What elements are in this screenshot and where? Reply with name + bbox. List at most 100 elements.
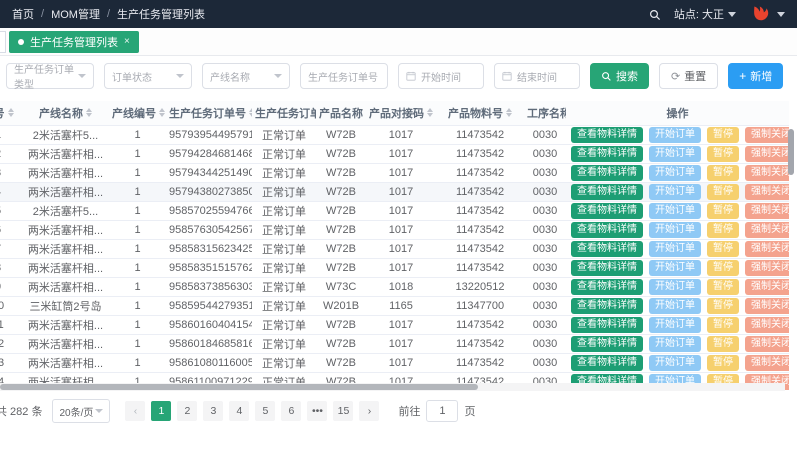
sort-desc-icon[interactable]	[427, 113, 433, 117]
prev-page-button[interactable]: ‹	[125, 401, 145, 421]
more-pages-button[interactable]: •••	[307, 401, 327, 421]
view-order-button[interactable]: 查看物料详情	[571, 336, 643, 352]
force-order-button[interactable]: 强制关闭	[745, 241, 789, 257]
pause-order-button[interactable]: 暂停	[707, 241, 739, 257]
sort-asc-icon[interactable]	[249, 108, 252, 112]
force-order-button[interactable]: 强制关闭	[745, 279, 789, 295]
sort-desc-icon[interactable]	[86, 113, 92, 117]
view-order-button[interactable]: 查看物料详情	[571, 317, 643, 333]
breadcrumb-item[interactable]: 首页	[12, 6, 34, 22]
force-order-button[interactable]: 强制关闭	[745, 165, 789, 181]
view-order-button[interactable]: 查看物料详情	[571, 298, 643, 314]
force-order-button[interactable]: 强制关闭	[745, 317, 789, 333]
sort-asc-icon[interactable]	[159, 108, 165, 112]
start-order-button[interactable]: 开始订单	[649, 279, 701, 295]
force-order-button[interactable]: 强制关闭	[745, 203, 789, 219]
page-number-button[interactable]: 6	[281, 401, 301, 421]
view-order-button[interactable]: 查看物料详情	[571, 203, 643, 219]
force-order-button[interactable]: 强制关闭	[745, 336, 789, 352]
sort-icon[interactable]	[506, 108, 512, 117]
column-header-order_no[interactable]: 生产任务订单号	[166, 101, 252, 125]
start-order-button[interactable]: 开始订单	[649, 127, 701, 143]
sort-asc-icon[interactable]	[427, 108, 433, 112]
sort-icon[interactable]	[249, 108, 252, 117]
view-order-button[interactable]: 查看物料详情	[571, 260, 643, 276]
force-order-button[interactable]: 强制关闭	[745, 222, 789, 238]
column-header-process_name[interactable]: 工序名称	[524, 101, 566, 125]
sort-asc-icon[interactable]	[8, 108, 14, 112]
sort-desc-icon[interactable]	[8, 113, 14, 117]
site-selector[interactable]: 站点: 大正	[674, 6, 736, 22]
page-size-select[interactable]: 20条/页	[52, 399, 110, 423]
pause-order-button[interactable]: 暂停	[707, 184, 739, 200]
start-order-button[interactable]: 开始订单	[649, 260, 701, 276]
force-order-button[interactable]: 强制关闭	[745, 127, 789, 143]
close-icon[interactable]: ×	[124, 36, 130, 47]
sort-desc-icon[interactable]	[249, 113, 252, 117]
pause-order-button[interactable]: 暂停	[707, 127, 739, 143]
horizontal-scrollbar-thumb[interactable]	[0, 384, 478, 390]
line-name-select[interactable]: 产线名称	[202, 63, 290, 89]
start-order-button[interactable]: 开始订单	[649, 146, 701, 162]
view-order-button[interactable]: 查看物料详情	[571, 146, 643, 162]
start-time-input[interactable]: 开始时间	[398, 63, 484, 89]
force-order-button[interactable]: 强制关闭	[745, 355, 789, 371]
sort-icon[interactable]	[159, 108, 165, 117]
force-order-button[interactable]: 强制关闭	[745, 260, 789, 276]
pause-order-button[interactable]: 暂停	[707, 203, 739, 219]
force-order-button[interactable]: 强制关闭	[745, 298, 789, 314]
start-order-button[interactable]: 开始订单	[649, 203, 701, 219]
add-button[interactable]: + 新增	[728, 63, 783, 89]
pause-order-button[interactable]: 暂停	[707, 279, 739, 295]
horizontal-scrollbar[interactable]	[0, 383, 785, 391]
vertical-scrollbar[interactable]	[788, 127, 794, 383]
sort-desc-icon[interactable]	[159, 113, 165, 117]
search-icon[interactable]	[649, 9, 660, 20]
column-header-line_name[interactable]: 产线名称	[22, 101, 109, 125]
view-order-button[interactable]: 查看物料详情	[571, 355, 643, 371]
sort-asc-icon[interactable]	[506, 108, 512, 112]
reset-button[interactable]: ⟳ 重置	[659, 63, 718, 89]
pause-order-button[interactable]: 暂停	[707, 336, 739, 352]
view-order-button[interactable]: 查看物料详情	[571, 127, 643, 143]
order-type-select[interactable]: 生产任务订单类型	[6, 63, 94, 89]
next-page-button[interactable]: ›	[359, 401, 379, 421]
pause-order-button[interactable]: 暂停	[707, 165, 739, 181]
start-order-button[interactable]: 开始订单	[649, 184, 701, 200]
force-order-button[interactable]: 强制关闭	[745, 184, 789, 200]
sort-icon[interactable]	[86, 108, 92, 117]
start-order-button[interactable]: 开始订单	[649, 165, 701, 181]
pause-order-button[interactable]: 暂停	[707, 317, 739, 333]
pause-order-button[interactable]: 暂停	[707, 222, 739, 238]
column-header-product_name[interactable]: 产品名称	[316, 101, 366, 125]
column-header-material_no[interactable]: 产品物料号	[436, 101, 524, 125]
column-header-seq[interactable]: 序号	[0, 101, 22, 125]
user-menu[interactable]	[750, 4, 785, 24]
order-no-input[interactable]: 生产任务订单号	[300, 63, 388, 89]
start-order-button[interactable]: 开始订单	[649, 298, 701, 314]
column-header-product_code[interactable]: 产品对接码	[366, 101, 436, 125]
sort-desc-icon[interactable]	[506, 113, 512, 117]
view-order-button[interactable]: 查看物料详情	[571, 241, 643, 257]
goto-page-input[interactable]	[426, 400, 458, 422]
view-order-button[interactable]: 查看物料详情	[571, 279, 643, 295]
sort-icon[interactable]	[427, 108, 433, 117]
start-order-button[interactable]: 开始订单	[649, 355, 701, 371]
order-status-select[interactable]: 订单状态	[104, 63, 192, 89]
pause-order-button[interactable]: 暂停	[707, 298, 739, 314]
column-header-line_no[interactable]: 产线编号	[109, 101, 166, 125]
tab-production-task-list[interactable]: 生产任务管理列表 ×	[9, 31, 139, 53]
page-number-button[interactable]: 1	[151, 401, 171, 421]
page-number-button[interactable]: 4	[229, 401, 249, 421]
page-number-button[interactable]: 3	[203, 401, 223, 421]
vertical-scrollbar-thumb[interactable]	[788, 129, 794, 175]
start-order-button[interactable]: 开始订单	[649, 222, 701, 238]
force-order-button[interactable]: 强制关闭	[745, 146, 789, 162]
partial-tab[interactable]	[0, 31, 6, 53]
start-order-button[interactable]: 开始订单	[649, 241, 701, 257]
end-time-input[interactable]: 结束时间	[494, 63, 580, 89]
page-number-button[interactable]: 15	[333, 401, 353, 421]
sort-icon[interactable]	[8, 108, 14, 117]
view-order-button[interactable]: 查看物料详情	[571, 165, 643, 181]
start-order-button[interactable]: 开始订单	[649, 336, 701, 352]
